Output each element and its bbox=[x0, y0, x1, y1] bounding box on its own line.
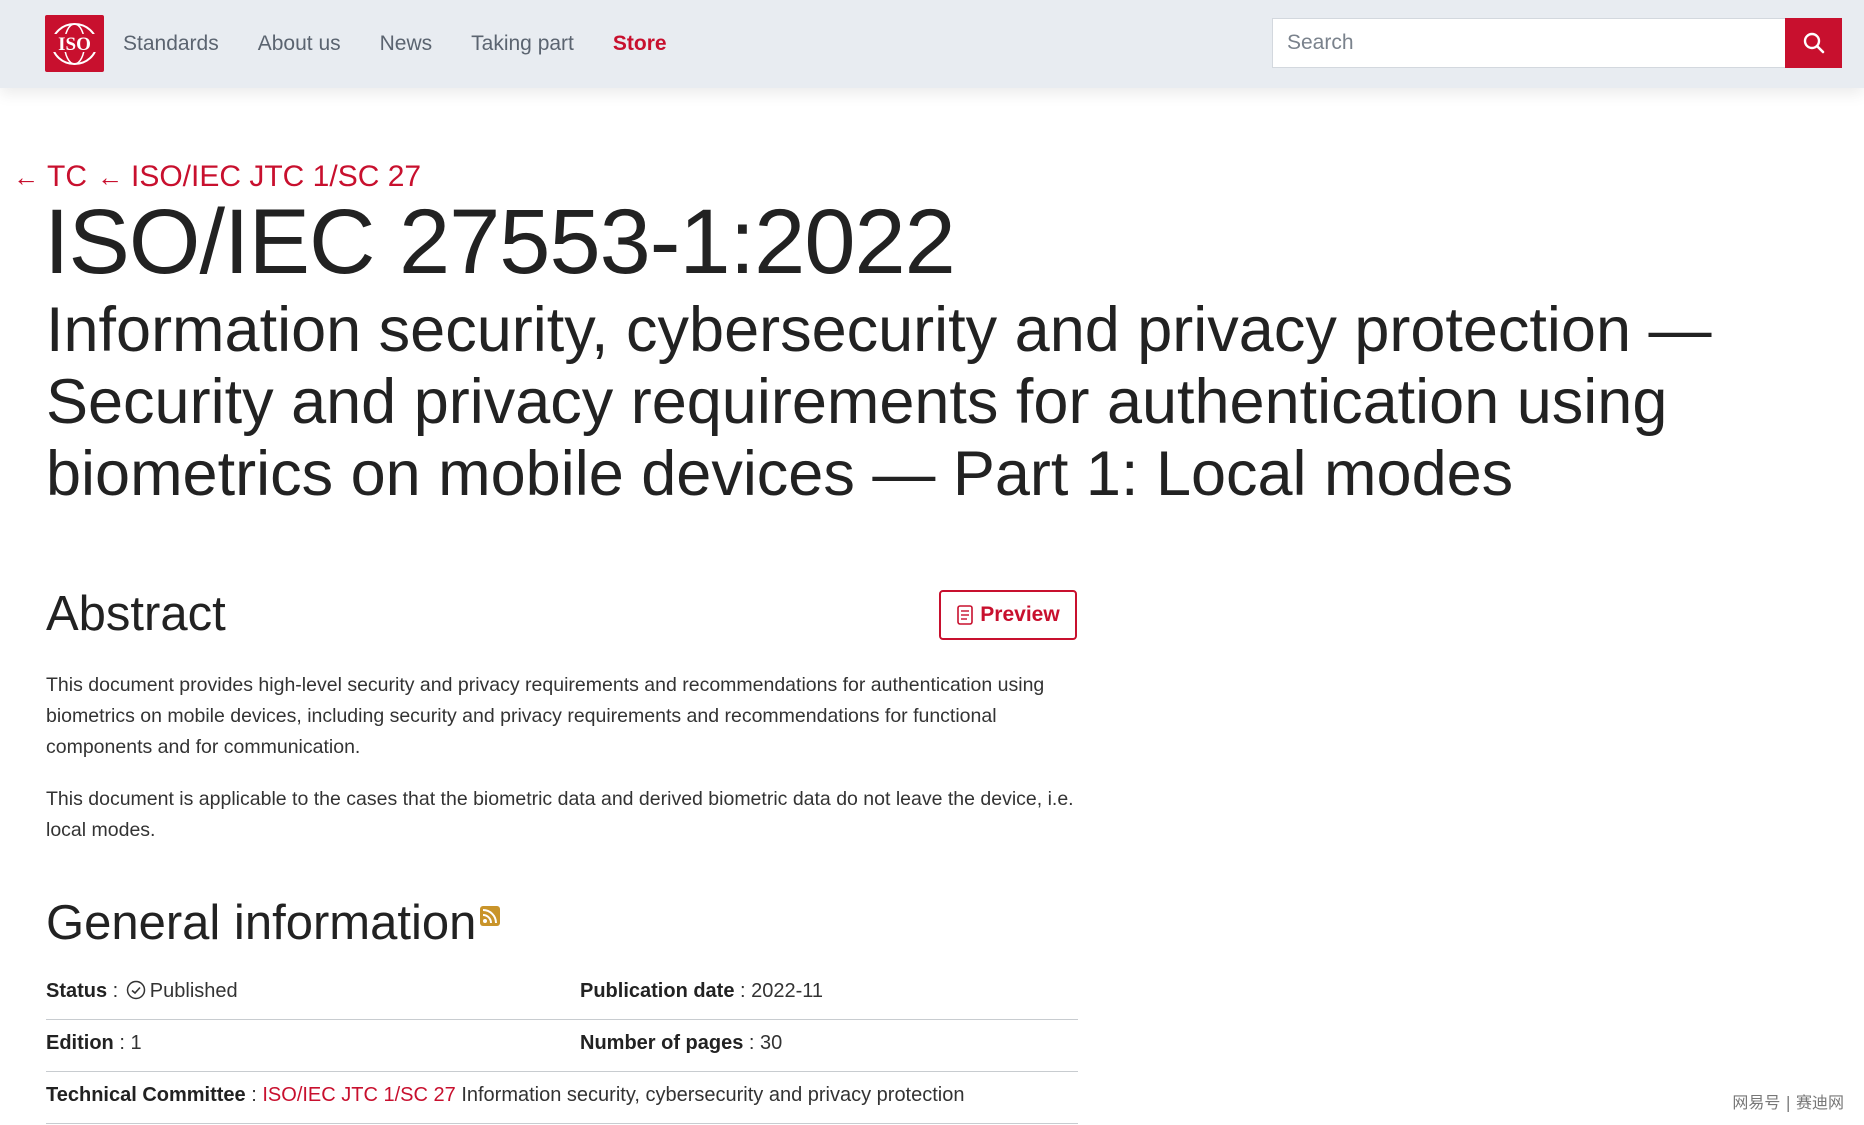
edition-label: Edition bbox=[46, 1032, 114, 1054]
search-button[interactable] bbox=[1785, 18, 1842, 68]
breadcrumb-committee[interactable]: ISO/IEC JTC 1/SC 27 bbox=[131, 160, 421, 194]
info-row-technical-committee: Technical Committee : ISO/IEC JTC 1/SC 2… bbox=[46, 1072, 1078, 1124]
nav-store[interactable]: Store bbox=[613, 32, 667, 56]
technical-committee-label: Technical Committee bbox=[46, 1084, 246, 1106]
pages-value: 30 bbox=[760, 1032, 783, 1054]
main-nav: Standards About us News Taking part Stor… bbox=[123, 0, 706, 88]
edition-value: 1 bbox=[130, 1032, 142, 1054]
iso-logo[interactable]: ISO bbox=[45, 15, 104, 72]
technical-committee-cell: Technical Committee : ISO/IEC JTC 1/SC 2… bbox=[46, 1084, 965, 1106]
abstract-paragraph-2: This document is applicable to the cases… bbox=[46, 788, 1074, 841]
technical-committee-link[interactable]: ISO/IEC JTC 1/SC 27 bbox=[262, 1084, 455, 1106]
breadcrumb: ← TC ← ISO/IEC JTC 1/SC 27 bbox=[13, 160, 431, 194]
status-value: Published bbox=[149, 980, 238, 1002]
iso-globe-icon: ISO bbox=[50, 22, 99, 65]
nav-taking-part[interactable]: Taking part bbox=[471, 32, 574, 56]
technical-committee-name: Information security, cybersecurity and … bbox=[461, 1084, 965, 1106]
nav-news[interactable]: News bbox=[380, 32, 433, 56]
status-label: Status bbox=[46, 980, 108, 1002]
top-navigation-bar: ISO Standards About us News Taking part … bbox=[0, 0, 1864, 88]
status-cell: Status : Published bbox=[46, 980, 238, 1002]
publication-date-label: Publication date bbox=[580, 980, 735, 1002]
publication-date-cell: Publication date : 2022-11 bbox=[580, 980, 824, 1002]
edition-cell: Edition : 1 bbox=[46, 1032, 142, 1054]
standard-reference: ISO/IEC 27553-1:2022 bbox=[44, 191, 956, 293]
nav-about-us[interactable]: About us bbox=[258, 32, 341, 56]
check-circle-icon bbox=[126, 980, 146, 1000]
pages-cell: Number of pages : 30 bbox=[580, 1032, 783, 1054]
info-row-status: Status : Published Publication date : 20… bbox=[46, 968, 1078, 1020]
search-icon bbox=[1803, 32, 1824, 54]
back-arrow-icon: ← bbox=[13, 161, 39, 192]
nav-standards[interactable]: Standards bbox=[123, 32, 219, 56]
svg-text:ISO: ISO bbox=[58, 34, 91, 55]
preview-label: Preview bbox=[980, 603, 1060, 626]
document-icon bbox=[957, 605, 974, 625]
back-arrow-icon: ← bbox=[97, 161, 123, 192]
abstract-heading: Abstract bbox=[46, 587, 226, 641]
preview-button[interactable]: Preview bbox=[939, 590, 1077, 640]
info-row-edition: Edition : 1 Number of pages : 30 bbox=[46, 1020, 1078, 1072]
standard-title: Information security, cybersecurity and … bbox=[46, 295, 1712, 509]
general-information-heading: General information bbox=[46, 896, 477, 950]
publication-date-value: 2022-11 bbox=[751, 980, 824, 1002]
pages-label: Number of pages bbox=[580, 1032, 744, 1054]
watermark: 网易号 | 赛迪网 bbox=[1732, 1093, 1844, 1112]
breadcrumb-tc[interactable]: TC bbox=[47, 160, 87, 194]
search-input[interactable] bbox=[1272, 18, 1785, 68]
abstract-paragraph-1: This document provides high-level securi… bbox=[46, 674, 1045, 758]
rss-feed-icon[interactable] bbox=[480, 906, 500, 926]
